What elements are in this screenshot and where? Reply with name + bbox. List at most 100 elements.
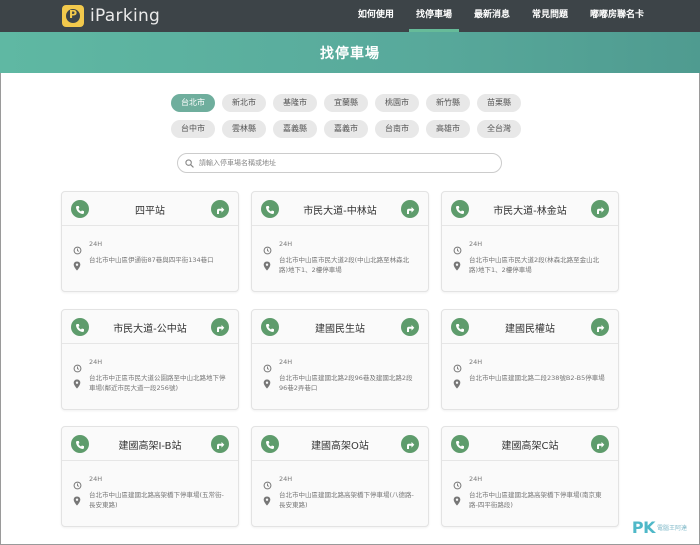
address-text: 台北市中山區市民大道2段(中山北路至林森北路)地下1、2樓停車場 [279, 256, 410, 274]
navigate-button[interactable] [401, 435, 419, 453]
hours-text: 24H [279, 475, 293, 483]
navigate-icon [215, 200, 225, 219]
navigate-button[interactable] [591, 200, 609, 218]
city-filter-8[interactable]: 雲林縣 [222, 120, 266, 138]
site-logo[interactable]: iParking [62, 4, 160, 28]
navigate-button[interactable] [401, 200, 419, 218]
parking-lot-card: 市民大道-中林站 24H 台北市中山區市民大道2段(中山北路至林森北路)地下1、2樓… [251, 191, 429, 292]
top-navigation-bar: iParking 如何使用 找停車場 最新消息 常見問題 嘟嘟房聯名卡 [0, 0, 700, 32]
navigate-icon [405, 318, 415, 337]
city-filter-3[interactable]: 宜蘭縣 [324, 94, 368, 112]
parking-lot-card: 四平站 24H 台北市中山區伊通街87巷與四平街134巷口 [61, 191, 239, 292]
navigate-button[interactable] [211, 435, 229, 453]
address: 台北市中山區伊通街87巷與四平街134巷口 [73, 255, 228, 275]
location-pin-icon [73, 374, 83, 393]
watermark-subtext: 電腦王阿達 [656, 525, 687, 532]
phone-icon [455, 318, 465, 337]
city-filter-4[interactable]: 桃園市 [375, 94, 419, 112]
navigate-icon [405, 435, 415, 454]
nav-find-parking[interactable]: 找停車場 [405, 0, 463, 32]
watermark-logo: PK 電腦王阿達 [632, 518, 687, 537]
parking-lot-name: 建國民權站 [505, 324, 555, 335]
call-button[interactable] [261, 200, 279, 218]
call-button[interactable] [71, 200, 89, 218]
navigate-button[interactable] [211, 318, 229, 336]
city-filter-10[interactable]: 嘉義市 [324, 120, 368, 138]
navigate-icon [405, 200, 415, 219]
card-header: 建國高架C站 [442, 427, 618, 461]
call-button[interactable] [451, 435, 469, 453]
parking-lot-card: 建國民生站 24H 台北市中山區建國北路2段96巷及建國北路2段96巷2弄巷口 [251, 309, 429, 410]
phone-icon [75, 200, 85, 219]
hours-text: 24H [469, 358, 483, 366]
search-input[interactable] [199, 159, 489, 167]
navigate-button[interactable] [591, 435, 609, 453]
call-button[interactable] [261, 435, 279, 453]
watermark-brand: PK [631, 518, 656, 537]
page-banner: 找停車場 [0, 32, 700, 73]
city-filter-5[interactable]: 新竹縣 [426, 94, 470, 112]
hours-text: 24H [279, 240, 293, 248]
call-button[interactable] [71, 318, 89, 336]
location-pin-icon [263, 491, 273, 510]
location-pin-icon [453, 256, 463, 275]
address: 台北市中正區市民大道公園路至中山北路地下停車場(鄰近市民大道一段256號) [73, 373, 228, 393]
parking-lot-name: 四平站 [135, 206, 165, 217]
navigate-icon [215, 318, 225, 337]
nav-faq[interactable]: 常見問題 [521, 0, 579, 32]
phone-icon [75, 318, 85, 337]
city-filter-13[interactable]: 全台灣 [477, 120, 521, 138]
city-filter-0[interactable]: 台北市 [171, 94, 215, 112]
location-pin-icon [263, 374, 273, 393]
search-bar[interactable] [177, 153, 502, 173]
call-button[interactable] [451, 200, 469, 218]
parking-lot-name: 建國高架I-B站 [118, 441, 182, 452]
call-button[interactable] [451, 318, 469, 336]
city-filter-6[interactable]: 苗栗縣 [477, 94, 521, 112]
page-title: 找停車場 [320, 46, 380, 62]
nav-latest-news[interactable]: 最新消息 [463, 0, 521, 32]
hours-text: 24H [279, 358, 293, 366]
navigate-icon [595, 200, 605, 219]
parking-lot-card: 市民大道-林金站 24H 台北市中山區市民大道2段(林森北路至金山北路)地下1、2樓… [441, 191, 619, 292]
card-header: 市民大道-公中站 [62, 310, 238, 344]
parking-logo-icon [62, 5, 84, 27]
city-filter-1[interactable]: 新北市 [222, 94, 266, 112]
city-filter-2[interactable]: 基隆市 [273, 94, 317, 112]
card-header: 市民大道-中林站 [252, 192, 428, 226]
navigate-button[interactable] [211, 200, 229, 218]
parking-lot-card: 建國高架I-B站 24H 台北市中山區建國北路高架橋下停車場(五常街-長安東路) [61, 426, 239, 527]
location-pin-icon [263, 256, 273, 275]
address-text: 台北市中正區市民大道公園路至中山北路地下停車場(鄰近市民大道一段256號) [89, 374, 226, 392]
hours-text: 24H [89, 475, 103, 483]
navigate-icon [595, 318, 605, 337]
hours-text: 24H [89, 358, 103, 366]
phone-icon [455, 200, 465, 219]
navigate-button[interactable] [591, 318, 609, 336]
city-filter-9[interactable]: 嘉義縣 [273, 120, 317, 138]
location-pin-icon [73, 256, 83, 275]
city-filter-11[interactable]: 台南市 [375, 120, 419, 138]
address: 台北市中山區建國北路高架橋下停車場(五常街-長安東路) [73, 490, 228, 510]
address: 台北市中山區建國北路二段238號B2-B5停車場 [453, 373, 608, 393]
navigate-button[interactable] [401, 318, 419, 336]
nav-cobrand-card[interactable]: 嘟嘟房聯名卡 [579, 0, 655, 32]
nav-how-to-use[interactable]: 如何使用 [347, 0, 405, 32]
address: 台北市中山區建國北路高架橋下停車場(南京東路-四平街路段) [453, 490, 608, 510]
city-filter-7[interactable]: 台中市 [171, 120, 215, 138]
parking-lot-card: 建國高架C站 24H 台北市中山區建國北路高架橋下停車場(南京東路-四平街路段) [441, 426, 619, 527]
call-button[interactable] [71, 435, 89, 453]
logo-text: iParking [90, 6, 161, 26]
call-button[interactable] [261, 318, 279, 336]
address-text: 台北市中山區建國北路高架橋下停車場(五常街-長安東路) [89, 491, 224, 509]
address-text: 台北市中山區建國北路二段238號B2-B5停車場 [469, 374, 605, 382]
phone-icon [75, 435, 85, 454]
address-text: 台北市中山區建國北路高架橋下停車場(八德路-長安東路) [279, 491, 414, 509]
hours-text: 24H [469, 240, 483, 248]
parking-lot-name: 建國高架O站 [311, 441, 369, 452]
hours-text: 24H [469, 475, 483, 483]
search-icon [185, 158, 194, 168]
city-filter-12[interactable]: 高雄市 [426, 120, 470, 138]
location-pin-icon [453, 374, 463, 393]
parking-lot-name: 市民大道-中林站 [303, 206, 377, 217]
